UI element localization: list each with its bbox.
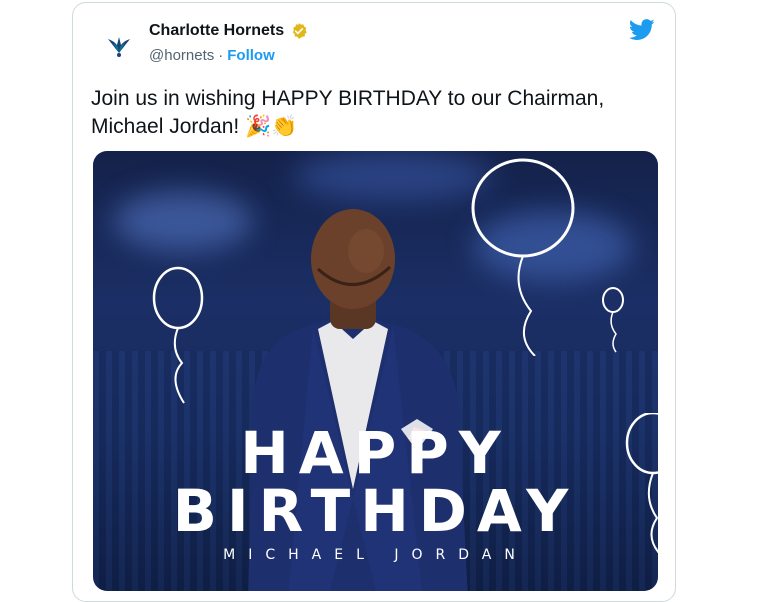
- hornets-logo-icon[interactable]: [101, 28, 137, 64]
- separator-dot: ·: [218, 47, 224, 64]
- headline-birthday: BIRTHDAY: [172, 477, 579, 545]
- verified-badge-icon: [290, 22, 308, 40]
- balloon-right-small: [602, 287, 624, 353]
- follow-button[interactable]: Follow: [227, 47, 275, 64]
- subtitle-name: MICHAEL JORDAN: [223, 547, 528, 563]
- balloon-right-large: [471, 158, 575, 356]
- tweet-text: Join us in wishing HAPPY BIRTHDAY to our…: [91, 87, 605, 138]
- tweet-card[interactable]: Charlotte Hornets @hornets · Follow Join…: [72, 2, 676, 602]
- balloon-left: [152, 266, 204, 404]
- account-handle[interactable]: @hornets: [149, 47, 214, 64]
- account-name[interactable]: Charlotte Hornets: [149, 22, 284, 40]
- twitter-bird-icon[interactable]: [628, 19, 655, 41]
- tweet-image[interactable]: HAPPY BIRTHDAY MICHAEL JORDAN: [93, 151, 658, 591]
